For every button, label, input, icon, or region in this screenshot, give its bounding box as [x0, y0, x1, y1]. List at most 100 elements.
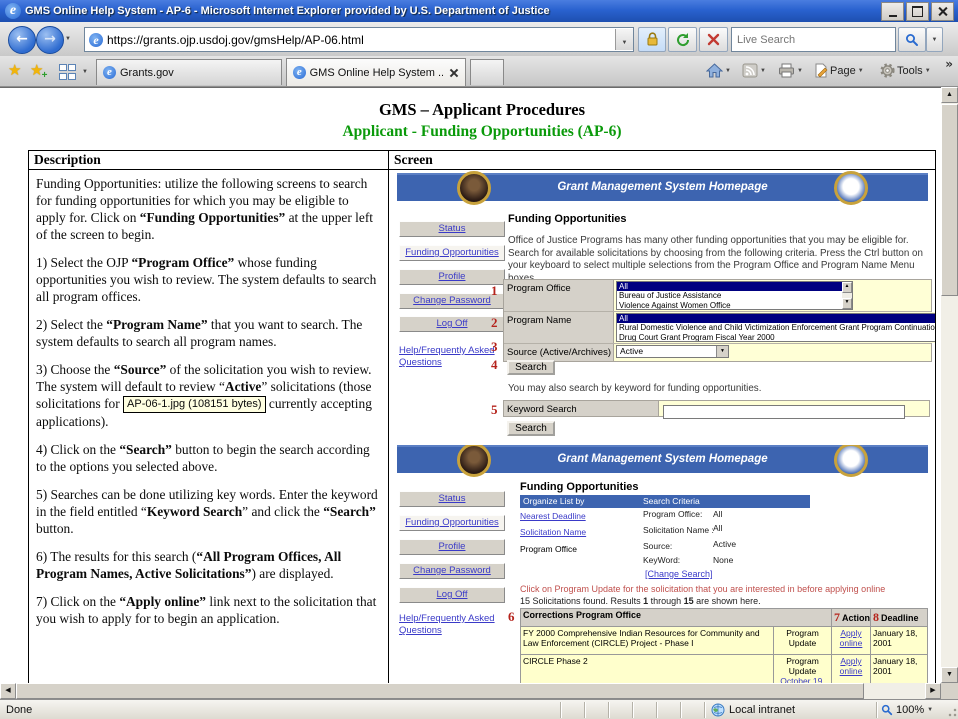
horizontal-scroll-thumb[interactable] — [16, 683, 864, 699]
page-icon — [814, 63, 828, 78]
step-number-2: 2 — [491, 315, 498, 331]
quick-tabs-icon[interactable] — [58, 63, 78, 81]
vertical-scrollbar[interactable]: ▲ ▼ — [941, 87, 958, 683]
page-menu-button[interactable]: Page▼ — [814, 63, 864, 78]
navigation-bar: ← → ▼ e https://grants.ojp.usdoj.gov/gms… — [0, 22, 958, 57]
vertical-scroll-thumb[interactable] — [941, 104, 958, 296]
description-paragraph: 7) Click on the “Apply online” link next… — [36, 593, 381, 627]
program-office-listbox[interactable]: All Bureau of Justice Assistance Violenc… — [616, 281, 853, 310]
toolbar-overflow-chevron[interactable]: » — [945, 57, 953, 71]
gms-nav-funding-opportunities[interactable]: Funding Opportunities — [399, 515, 505, 531]
gms-nav-status[interactable]: Status — [399, 221, 505, 237]
close-button[interactable] — [931, 2, 954, 21]
horizontal-scrollbar[interactable]: ◀ ▶ — [0, 683, 941, 699]
new-tab-stub[interactable] — [470, 59, 504, 85]
keyword-search-button[interactable]: Search — [507, 421, 555, 436]
print-button[interactable]: ▼ — [778, 63, 803, 78]
security-lock-button[interactable] — [638, 27, 666, 52]
gms-nav-log-off[interactable]: Log Off — [399, 587, 505, 603]
tab-grants-gov[interactable]: e Grants.gov — [96, 59, 282, 85]
gms-help-link[interactable]: Help/Frequently Asked Questions — [399, 613, 511, 637]
maximize-button[interactable] — [906, 2, 929, 21]
tab-favicon: e — [103, 66, 116, 79]
gms-nav-change-password[interactable]: Change Password — [399, 293, 505, 309]
search-go-button[interactable] — [898, 27, 926, 52]
criteria-label: KeyWord: — [643, 555, 680, 565]
tab-favicon: e — [293, 66, 306, 79]
apply-online-link[interactable]: Apply online — [832, 655, 871, 684]
source-select[interactable]: Active ▼ — [616, 345, 729, 358]
step-number-8: 8 — [873, 610, 879, 624]
address-dropdown[interactable]: ▼ — [615, 29, 633, 50]
tab-gms-help[interactable]: e GMS Online Help System ... — [286, 58, 466, 86]
select-dropdown-icon[interactable]: ▼ — [716, 346, 728, 357]
change-search-link[interactable]: [Change Search] — [645, 569, 713, 579]
description-paragraph: 5) Searches can be done utilizing key wo… — [36, 486, 381, 537]
address-bar[interactable]: e https://grants.ojp.usdoj.gov/gmsHelp/A… — [84, 27, 634, 52]
feeds-button[interactable]: ▼ — [742, 63, 766, 78]
back-button[interactable]: ← — [8, 26, 36, 54]
source-label: Source (Active/Archives) — [504, 344, 614, 361]
scroll-left-button[interactable]: ◀ — [0, 683, 16, 699]
tab-list-dropdown[interactable]: ▼ — [82, 69, 88, 75]
gms-nav-log-off[interactable]: Log Off — [399, 316, 505, 332]
tools-menu-button[interactable]: Tools▼ — [880, 63, 931, 78]
description-paragraph: 6) The results for this search (“All Pro… — [36, 548, 381, 582]
favorites-star-icon[interactable]: ★ — [8, 61, 21, 79]
listbox-scrollbar[interactable]: ▲▼ — [842, 282, 852, 309]
organize-nearest-deadline-link[interactable]: Nearest Deadline — [520, 511, 586, 521]
ojp-seal-icon — [834, 171, 868, 205]
zoom-dropdown-icon[interactable]: ▼ — [927, 707, 933, 713]
listbox-option[interactable]: Violence Against Women Office — [617, 301, 842, 309]
resize-grip[interactable] — [946, 702, 958, 718]
zoom-control[interactable]: 100% ▼ — [876, 702, 946, 718]
solicitation-name: CIRCLE Phase 2 — [521, 655, 774, 684]
apply-online-link[interactable]: Apply online — [832, 627, 871, 655]
minimize-button[interactable] — [881, 2, 904, 21]
criteria-value: All — [713, 523, 722, 533]
gms-nav-profile[interactable]: Profile — [399, 269, 505, 285]
listbox-option[interactable]: Rural Domestic Violence and Child Victim… — [617, 323, 935, 332]
search-button[interactable]: Search — [507, 360, 555, 375]
forward-button[interactable]: → — [36, 26, 64, 54]
gms-nav-status[interactable]: Status — [399, 491, 505, 507]
scroll-down-button[interactable]: ▼ — [941, 667, 958, 683]
group-header-corrections: Corrections Program Office — [521, 609, 832, 627]
search-options-dropdown[interactable]: ▼ — [926, 27, 943, 52]
organize-solicitation-name-link[interactable]: Solicitation Name — [520, 527, 586, 537]
deadline-cell: January 18, 2001 — [871, 655, 928, 684]
gms-nav-funding-opportunities[interactable]: Funding Opportunities — [399, 245, 505, 261]
history-dropdown[interactable]: ▼ — [65, 36, 71, 42]
scroll-right-button[interactable]: ▶ — [925, 683, 941, 699]
add-favorite-icon[interactable]: ★ — [30, 61, 43, 79]
program-name-listbox[interactable]: All Rural Domestic Violence and Child Vi… — [616, 313, 935, 342]
listbox-option[interactable]: Bureau of Justice Assistance — [617, 291, 842, 300]
program-update-date-link[interactable]: October 19, 2000 — [780, 676, 824, 683]
solicitation-name: FY 2000 Comprehensive Indian Resources f… — [521, 627, 774, 655]
stop-button[interactable] — [699, 27, 728, 52]
criteria-label: Program Office: — [643, 509, 702, 519]
tab-close-icon[interactable] — [449, 68, 459, 78]
keyword-search-input[interactable] — [663, 405, 905, 419]
description-paragraph: 1) Select the OJP “Program Office” whose… — [36, 254, 381, 305]
step-number-5: 5 — [491, 402, 498, 418]
magnifier-icon — [905, 33, 919, 47]
scroll-down-icon[interactable]: ▼ — [842, 298, 852, 309]
gms-nav-profile[interactable]: Profile — [399, 539, 505, 555]
home-button[interactable]: ▼ — [706, 63, 731, 78]
listbox-option[interactable]: Drug Court Grant Program Fiscal Year 200… — [617, 333, 935, 341]
scroll-up-icon[interactable]: ▲ — [842, 282, 852, 293]
live-search-box[interactable] — [731, 27, 896, 52]
gms-nav-change-password[interactable]: Change Password — [399, 563, 505, 579]
globe-icon — [711, 703, 725, 717]
window-title: GMS Online Help System - AP-6 - Microsof… — [25, 5, 881, 17]
listbox-option-selected[interactable]: All — [617, 314, 935, 323]
column-header-screen: Screen — [389, 151, 935, 169]
status-panel — [656, 702, 680, 718]
refresh-button[interactable] — [668, 27, 697, 52]
address-url[interactable]: https://grants.ojp.usdoj.gov/gmsHelp/AP-… — [107, 33, 615, 47]
program-update-cell: Program Update — [774, 627, 832, 655]
live-search-input[interactable] — [732, 28, 895, 51]
scroll-up-button[interactable]: ▲ — [941, 87, 958, 103]
listbox-option-selected[interactable]: All — [617, 282, 842, 291]
